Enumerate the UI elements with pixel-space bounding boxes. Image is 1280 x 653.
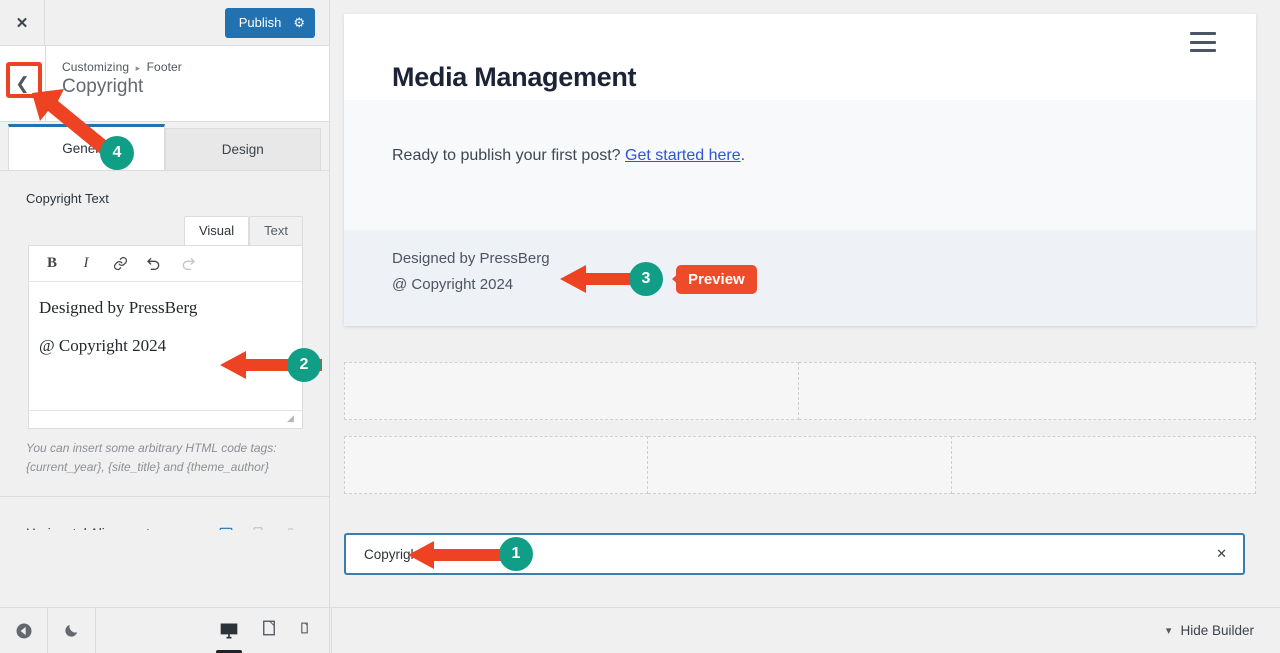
editor-help-text: You can insert some arbitrary HTML code … [26, 441, 277, 474]
panel-body: Copyright Text Visual Text B I Designed … [0, 170, 329, 530]
publish-button-label: Publish [238, 15, 282, 30]
undo-icon[interactable] [139, 250, 169, 278]
site-body-prefix: Ready to publish your first post? [392, 147, 626, 164]
site-body-suffix: . [740, 147, 746, 164]
hide-builder-label: Hide Builder [1180, 623, 1254, 638]
tablet-icon[interactable] [249, 524, 267, 530]
panel-titles: Customizing ▸ Footer Copyright [46, 46, 182, 121]
site-footer-line-1: Designed by PressBerg [392, 250, 550, 267]
bold-icon[interactable]: B [37, 250, 67, 278]
editor-mode-tabs: Visual Text [28, 216, 303, 245]
desktop-preview-icon[interactable] [216, 621, 242, 653]
editor-toolbar: B I [29, 246, 302, 282]
desktop-icon[interactable] [217, 524, 235, 530]
footer-builder-grid [344, 362, 1256, 510]
link-icon[interactable] [105, 250, 135, 278]
builder-cell[interactable] [648, 436, 952, 494]
collapse-sidebar-icon[interactable] [0, 607, 48, 653]
editor-footer: ◢ [29, 410, 302, 428]
tab-general-label: General [62, 141, 111, 156]
customizer-footer-bar [0, 607, 329, 653]
editor-tab-text[interactable]: Text [249, 216, 303, 245]
editor-tab-visual-label: Visual [198, 223, 235, 238]
editor-tab-text-label: Text [264, 223, 288, 238]
italic-icon[interactable]: I [71, 250, 101, 278]
close-icon[interactable]: ✕ [0, 0, 45, 45]
builder-cell[interactable] [344, 362, 799, 420]
hide-builder-button[interactable]: ▾ Hide Builder [1166, 623, 1254, 638]
publish-button[interactable]: Publish ⚙ [224, 7, 315, 38]
redo-icon[interactable] [173, 250, 203, 278]
breadcrumb-root[interactable]: Customizing [62, 60, 129, 74]
customizer-topbar: ✕ Publish ⚙ [0, 0, 329, 46]
breadcrumb-section[interactable]: Footer [147, 60, 182, 74]
editor-line-2: @ Copyright 2024 [39, 336, 167, 356]
editor-box: B I Designed by PressBerg @ Copyright 20… [28, 245, 303, 429]
builder-row [344, 362, 1256, 420]
mobile-preview-icon[interactable] [298, 618, 311, 643]
builder-row [344, 436, 1256, 494]
clear-icon[interactable]: ✕ [1216, 546, 1227, 562]
tablet-preview-icon[interactable] [260, 618, 278, 643]
customizer-sidebar: ✕ Publish ⚙ ❮ Customizing ▸ Footer Copyr… [0, 0, 330, 653]
site-body-text: Ready to publish your first post? Get st… [392, 147, 745, 165]
page-title: Copyright [62, 76, 144, 97]
active-device-indicator [216, 649, 242, 653]
preview-area: Media Management Ready to publish your f… [330, 0, 1280, 653]
footer-device-switcher [216, 618, 311, 653]
dark-mode-icon[interactable] [48, 607, 96, 653]
mobile-icon[interactable] [281, 524, 299, 530]
bar-divider [331, 608, 332, 653]
horizontal-alignment-row: Horizontal Alignment [0, 497, 329, 530]
builder-cell[interactable] [344, 436, 648, 494]
search-input[interactable]: Copyright ✕ [344, 533, 1245, 575]
screen-root: ✕ Publish ⚙ ❮ Customizing ▸ Footer Copyr… [0, 0, 1280, 653]
hamburger-menu-icon[interactable] [1190, 32, 1216, 52]
publish-group: Publish ⚙ [224, 7, 315, 38]
horizontal-alignment-label: Horizontal Alignment [26, 526, 150, 530]
tab-design[interactable]: Design [164, 128, 321, 170]
breadcrumb: Customizing ▸ Footer [62, 60, 182, 74]
gear-icon[interactable]: ⚙ [293, 16, 305, 29]
get-started-link[interactable]: Get started here [625, 147, 741, 164]
panel-tabs: General Design [0, 122, 329, 170]
site-footer-line-2: @ Copyright 2024 [392, 276, 514, 293]
alignment-device-switcher [217, 524, 299, 530]
site-hero-band [344, 100, 1256, 230]
panel-back-button[interactable]: ❮ [0, 46, 46, 121]
tab-design-label: Design [221, 142, 264, 157]
copyright-text-label: Copyright Text [26, 191, 109, 206]
site-title: Media Management [392, 62, 637, 92]
resize-handle-icon[interactable]: ◢ [287, 414, 299, 426]
site-preview-frame: Media Management Ready to publish your f… [344, 14, 1256, 326]
builder-bottom-bar: ▾ Hide Builder [330, 607, 1280, 653]
customizer-panel-header: ❮ Customizing ▸ Footer Copyright [0, 46, 329, 122]
copyright-text-editor: Visual Text B I Designed by PressBerg @ … [28, 216, 303, 429]
editor-tab-visual[interactable]: Visual [183, 216, 250, 245]
builder-cell[interactable] [952, 436, 1256, 494]
tab-general[interactable]: General [8, 124, 165, 170]
builder-cell[interactable] [799, 362, 1256, 420]
chevron-down-icon: ▾ [1165, 625, 1172, 637]
editor-line-1: Designed by PressBerg [39, 298, 198, 317]
breadcrumb-separator-icon: ▸ [135, 63, 141, 73]
editor-content[interactable]: Designed by PressBerg @ Copyright 2024 [29, 282, 302, 410]
search-input-value: Copyright [364, 546, 422, 562]
site-footer: Designed by PressBerg @ Copyright 2024 [344, 230, 1256, 326]
